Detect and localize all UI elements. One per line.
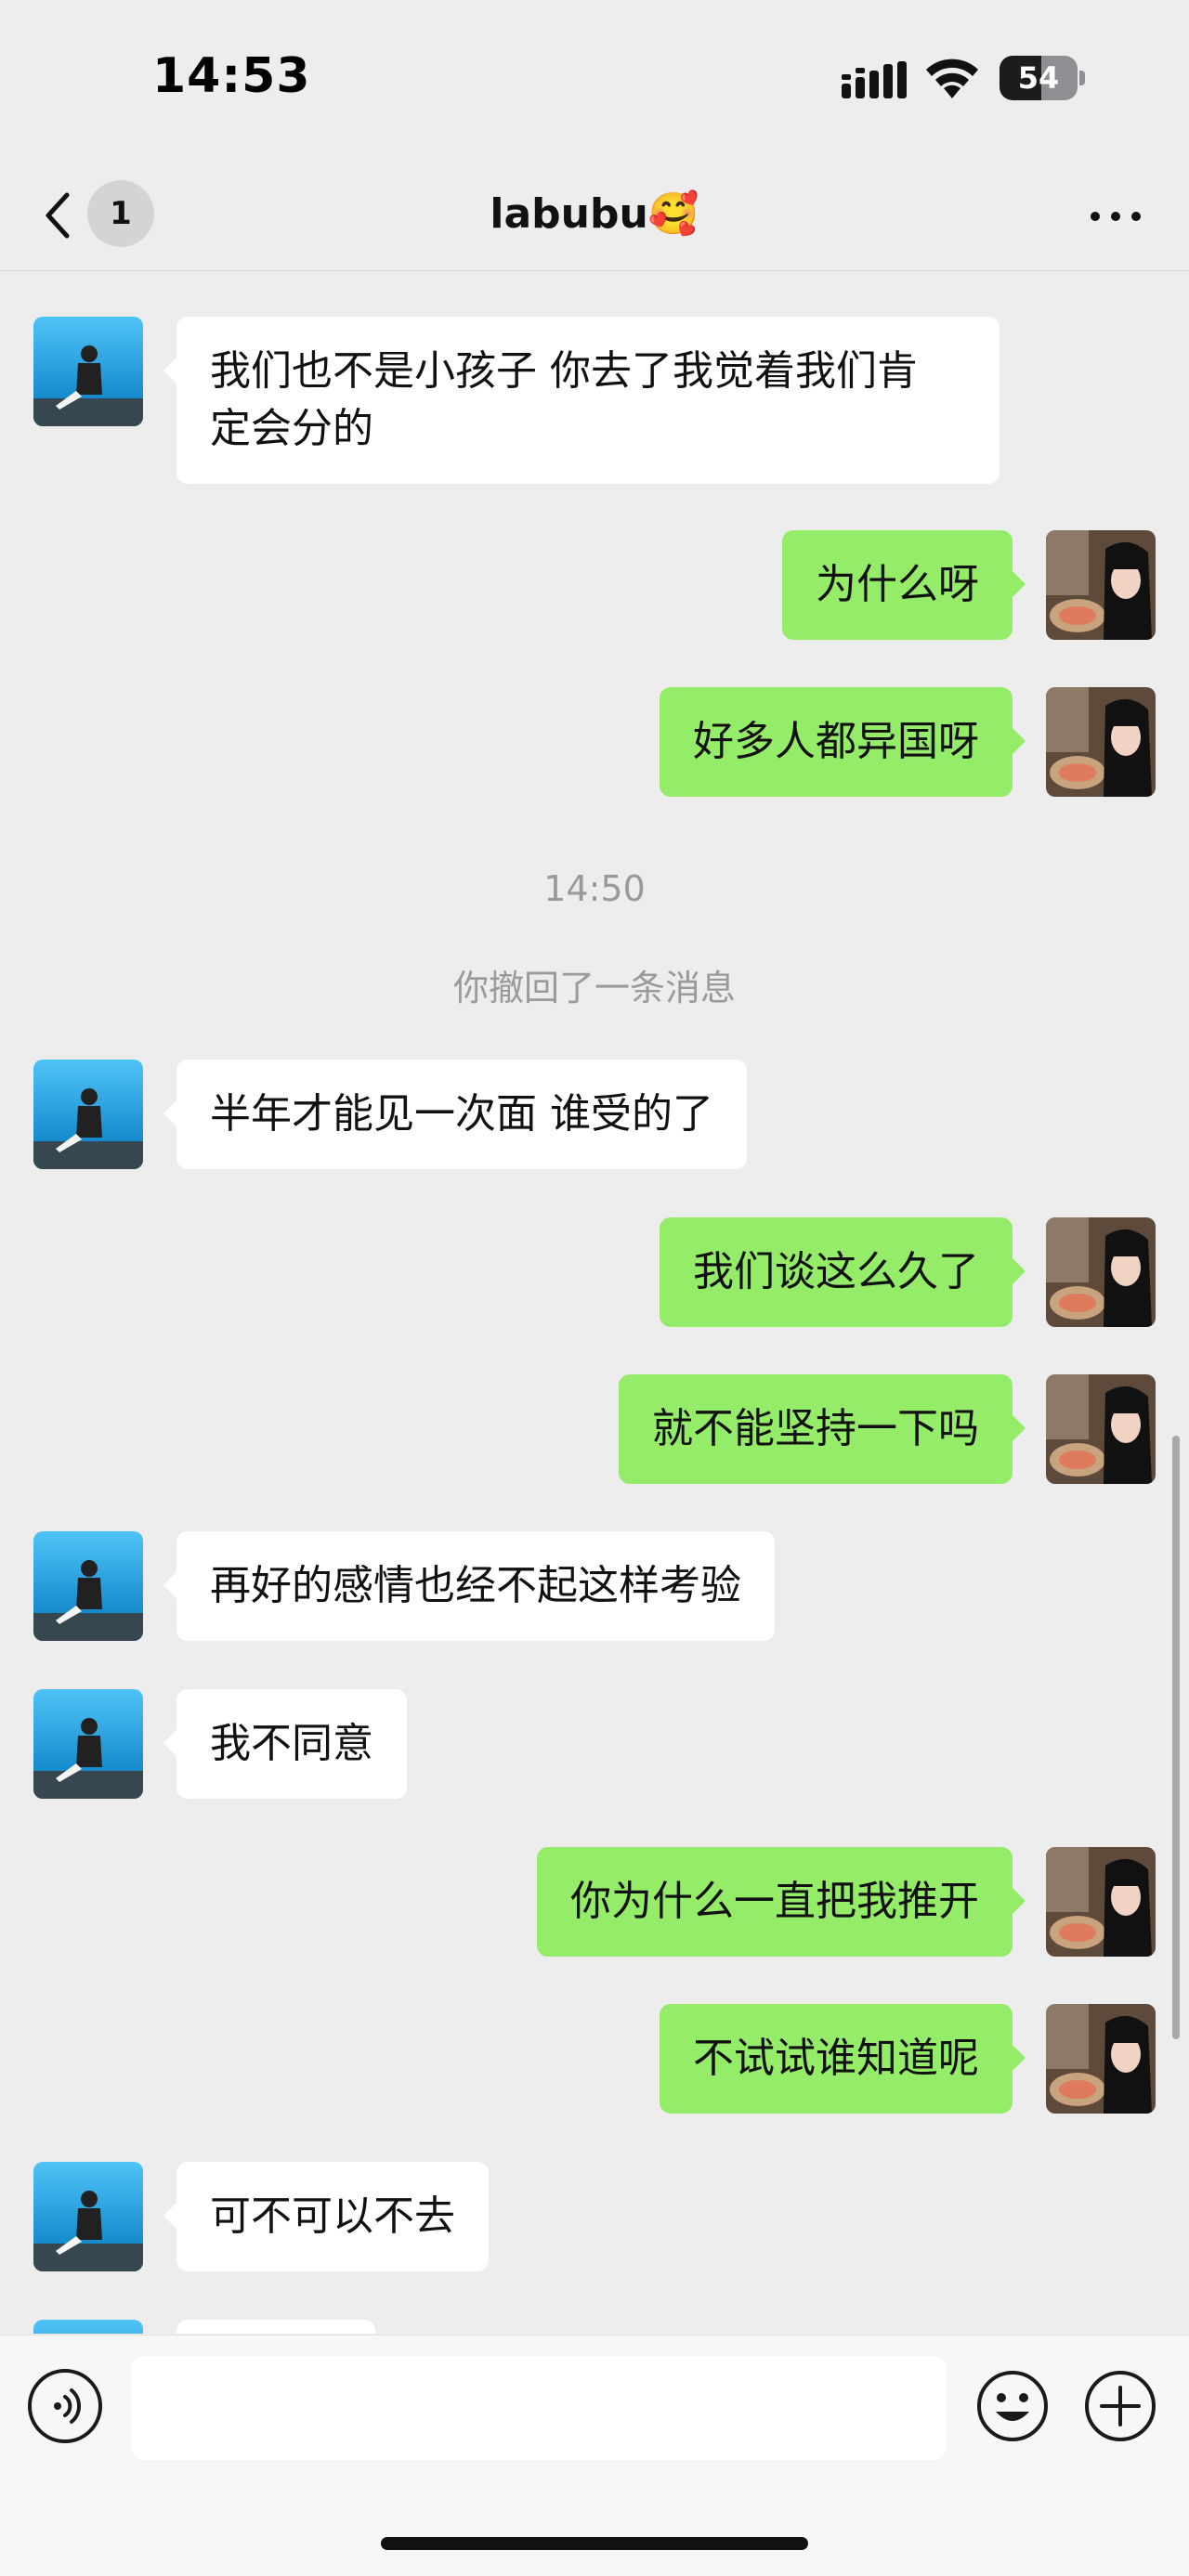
unread-count-badge: 1: [87, 180, 154, 247]
message-bubble[interactable]: 就不能坚持一下吗: [619, 1374, 1026, 1484]
message-bubble[interactable]: 我不同意: [163, 1689, 407, 1799]
scrollbar[interactable]: [1172, 1436, 1180, 2039]
contact-avatar[interactable]: [33, 2162, 143, 2271]
message-bubble[interactable]: 你为什么一直把我推开: [537, 1847, 1026, 1957]
voice-icon: [54, 2388, 82, 2424]
emoji-icon[interactable]: [975, 2369, 1050, 2443]
chat-screen: 14:53 54 1 labubu🥰 我们也不是小孩子 你去了我觉着我们肯 定会…: [0, 0, 1189, 2576]
recall-notice: 你撤回了一条消息: [452, 968, 736, 1008]
chat-title: labubu🥰: [490, 190, 699, 238]
self-avatar[interactable]: [1046, 687, 1156, 797]
self-avatar[interactable]: [1046, 2004, 1156, 2114]
contact-avatar[interactable]: [33, 1689, 143, 1799]
plus-icon[interactable]: [1083, 2369, 1157, 2443]
timestamp: 14:50: [543, 868, 646, 909]
self-avatar[interactable]: [1046, 530, 1156, 640]
message-bubble[interactable]: [176, 2320, 375, 2334]
more-dots-icon: [1091, 212, 1100, 221]
battery-icon: 54: [1000, 56, 1085, 100]
more-button[interactable]: [1083, 193, 1148, 240]
contact-avatar[interactable]: [33, 1060, 143, 1169]
home-indicator[interactable]: [381, 2537, 808, 2550]
self-avatar[interactable]: [1046, 1217, 1156, 1327]
status-time: 14:53: [152, 48, 311, 104]
status-bar: 14:53 54: [0, 0, 1189, 158]
contact-avatar[interactable]: [33, 317, 143, 426]
chat-header: 1 labubu🥰: [0, 158, 1189, 271]
contact-avatar[interactable]: [33, 2320, 143, 2334]
self-avatar[interactable]: [1046, 1847, 1156, 1957]
self-avatar[interactable]: [1046, 1374, 1156, 1484]
voice-button[interactable]: [28, 2369, 102, 2443]
message-bubble[interactable]: 为什么呀: [782, 530, 1026, 640]
chevron-left-icon: [46, 192, 70, 239]
message-bubble[interactable]: 我们也不是小孩子 你去了我觉着我们肯 定会分的: [163, 317, 1000, 484]
message-input[interactable]: [132, 2356, 946, 2460]
signal-icon: [842, 61, 907, 98]
message-bubble[interactable]: 好多人都异国呀: [660, 687, 1026, 797]
wifi-icon: [926, 59, 978, 98]
contact-avatar[interactable]: [33, 1531, 143, 1641]
message-bubble[interactable]: 再好的感情也经不起这样考验: [163, 1531, 775, 1641]
back-button[interactable]: 1: [35, 176, 165, 251]
message-bubble[interactable]: 不试试谁知道呢: [660, 2004, 1026, 2114]
battery-level: 54: [1017, 60, 1060, 96]
message-list[interactable]: 我们也不是小孩子 你去了我觉着我们肯 定会分的 为什么呀 好多人都异国呀 14:…: [0, 272, 1189, 2334]
message-bubble[interactable]: 我们谈这么久了: [660, 1217, 1026, 1327]
message-bubble[interactable]: 半年才能见一次面 谁受的了: [163, 1060, 747, 1169]
message-bubble[interactable]: 可不可以不去: [163, 2162, 489, 2271]
